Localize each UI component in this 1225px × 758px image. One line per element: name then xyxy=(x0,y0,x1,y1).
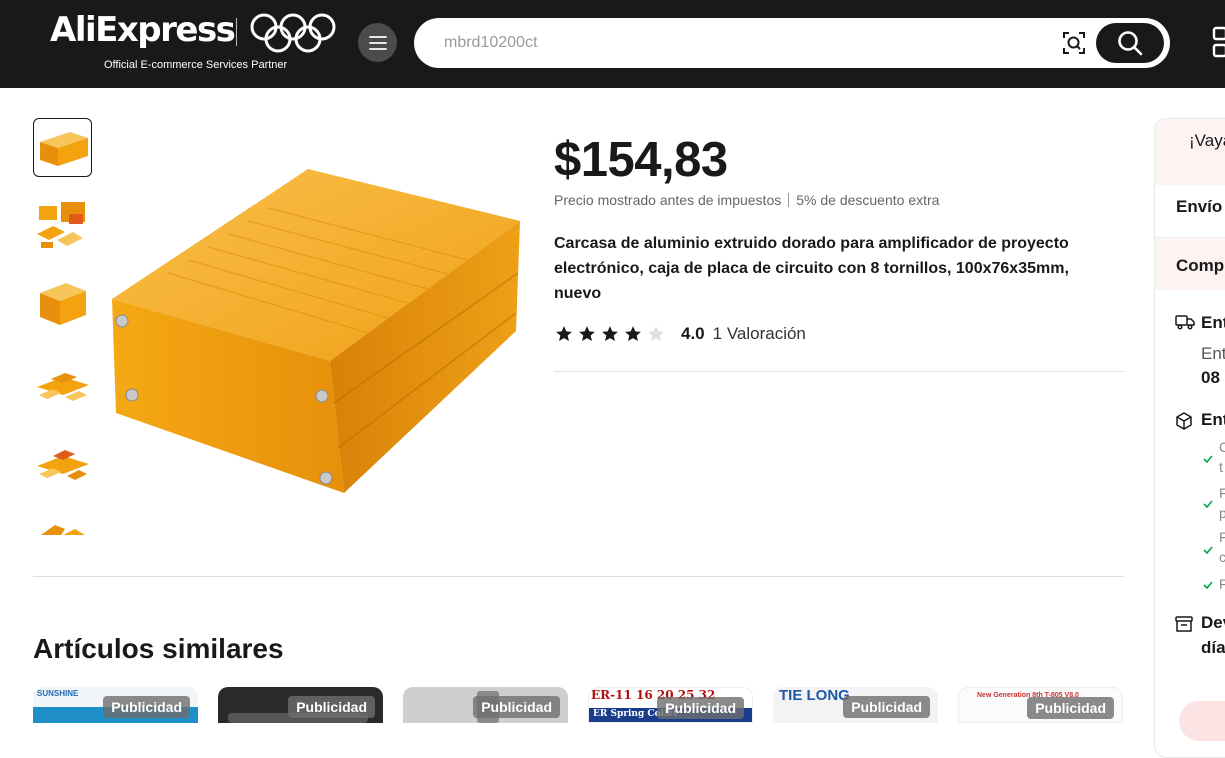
similar-item-card[interactable]: TIE LONG Publicidad xyxy=(773,687,938,723)
ad-badge: Publicidad xyxy=(103,696,190,718)
product-thumbnail[interactable] xyxy=(33,513,92,535)
ad-badge: Publicidad xyxy=(288,696,375,718)
compare-label[interactable]: Comp xyxy=(1176,256,1224,276)
checkmark-icon xyxy=(1203,546,1213,554)
protection-item-text: F xyxy=(1219,485,1225,501)
similar-item-card[interactable]: New Generation 8th T-805 V8.0 Publicidad xyxy=(958,687,1123,723)
similar-item-card[interactable]: Publicidad xyxy=(403,687,568,723)
info-divider xyxy=(554,371,1124,372)
protection-item-text: F xyxy=(1219,529,1225,545)
tax-note: Precio mostrado antes de impuestos xyxy=(554,192,782,208)
protection-item-text: C xyxy=(1219,439,1225,455)
rating-count-link[interactable]: 1 Valoración xyxy=(713,324,806,344)
search-input[interactable] xyxy=(444,31,1004,55)
product-thumbnail-image xyxy=(36,372,89,401)
discount-note: 5% de descuento extra xyxy=(796,192,940,208)
star-empty-icon xyxy=(648,326,664,341)
protection-heading: Ent xyxy=(1201,410,1225,429)
ad-badge: Publicidad xyxy=(473,696,560,718)
star-filled-icon xyxy=(625,326,641,341)
partner-tagline: Official E-commerce Services Partner xyxy=(104,59,288,71)
similar-item-card[interactable]: SUNSHINE Publicidad xyxy=(33,687,198,723)
image-search-icon[interactable] xyxy=(1062,31,1086,55)
delivery-date: 08 xyxy=(1201,368,1220,387)
delivery-truck-icon xyxy=(1175,315,1195,330)
delivery-heading: Ent xyxy=(1201,313,1225,332)
aliexpress-logo[interactable]: AliExpress xyxy=(50,10,236,50)
star-filled-icon xyxy=(602,326,618,341)
purchase-side-panel: ¡Vaya Envío Comp Ent Ent 08 Ent C t F p … xyxy=(1154,118,1225,758)
product-thumbnail[interactable] xyxy=(33,118,92,177)
similar-item-card[interactable]: ER-11 16 20 25 32 ER Spring Collet Publi… xyxy=(588,687,753,723)
product-thumbnail[interactable] xyxy=(33,434,92,493)
top-header: AliExpress Official E-commerce Services … xyxy=(0,0,1225,88)
star-filled-icon xyxy=(579,326,595,341)
card-brand-text: SUNSHINE xyxy=(37,689,79,698)
delivery-line: Ent xyxy=(1201,344,1225,363)
section-divider xyxy=(33,576,1124,577)
ad-badge: Publicidad xyxy=(1027,697,1114,719)
protection-item-text: t xyxy=(1219,459,1223,475)
ad-badge: Publicidad xyxy=(657,697,744,719)
returns-line: día xyxy=(1201,638,1225,657)
package-icon xyxy=(1176,412,1192,430)
logo-divider xyxy=(236,18,237,46)
promo-text: ¡Vaya xyxy=(1189,131,1225,150)
price-note: Precio mostrado antes de impuestos 5% de … xyxy=(554,192,939,208)
main-product-image[interactable] xyxy=(108,163,526,496)
protection-item-text: F xyxy=(1219,576,1225,592)
product-rating[interactable]: 4.0 1 Valoración xyxy=(555,324,806,344)
returns-box-icon xyxy=(1175,616,1193,632)
checkmark-icon xyxy=(1203,500,1213,508)
product-thumbnail-image xyxy=(39,282,86,325)
product-thumbnail[interactable] xyxy=(33,276,92,335)
olympic-rings-icon xyxy=(250,13,336,53)
product-price: $154,83 xyxy=(554,133,728,187)
search-bar xyxy=(414,18,1170,68)
product-thumbnail[interactable] xyxy=(33,355,92,414)
menu-button[interactable] xyxy=(358,23,397,62)
promo-banner xyxy=(1155,119,1225,185)
similar-items-heading: Artículos similares xyxy=(33,633,284,664)
product-thumbnail-image xyxy=(39,131,88,166)
protection-item-text: c xyxy=(1219,549,1225,565)
similar-item-card[interactable]: Publicidad xyxy=(218,687,383,723)
returns-heading: Dev xyxy=(1201,613,1225,632)
product-thumbnail[interactable] xyxy=(33,197,92,256)
card-brand-text: TIE LONG xyxy=(779,687,850,704)
note-separator xyxy=(788,193,790,207)
product-thumbnail-image xyxy=(36,449,89,480)
rating-value: 4.0 xyxy=(681,324,705,343)
add-to-cart-button[interactable] xyxy=(1179,701,1225,741)
search-button[interactable] xyxy=(1096,23,1164,63)
app-grid-icon[interactable] xyxy=(1210,25,1225,59)
ad-badge: Publicidad xyxy=(843,696,930,718)
product-thumbnail-image xyxy=(36,201,85,248)
checkmark-icon xyxy=(1203,581,1213,589)
shipping-label[interactable]: Envío xyxy=(1176,197,1222,217)
product-thumbnail-image xyxy=(40,525,85,535)
star-filled-icon xyxy=(556,326,572,341)
search-icon xyxy=(1118,31,1143,56)
protection-item-text: p xyxy=(1219,505,1225,521)
checkmark-icon xyxy=(1203,455,1213,463)
product-title: Carcasa de aluminio extruido dorado para… xyxy=(554,235,1069,302)
hamburger-menu-icon xyxy=(368,35,387,50)
